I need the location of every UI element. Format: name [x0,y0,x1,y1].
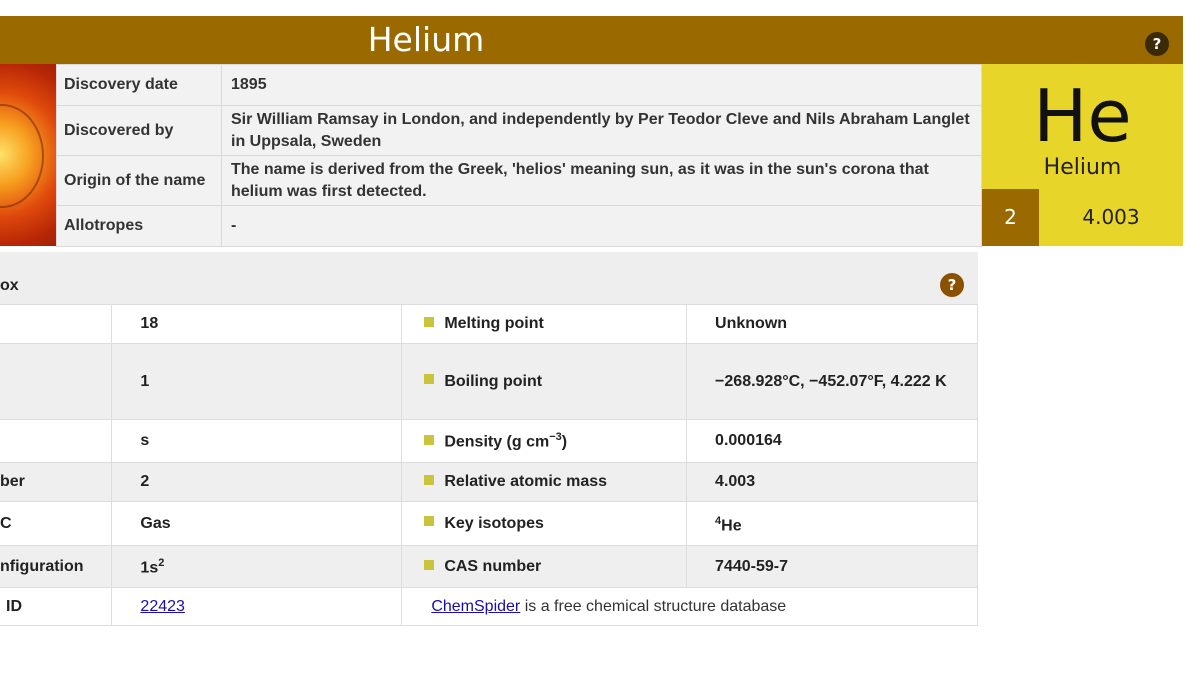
fact-box-header: ox ? [0,252,978,304]
chemspider-link[interactable]: ChemSpider [431,598,520,615]
group-label [0,304,113,344]
cas-number-label: CAS number [401,545,688,589]
density-label: Density (g cm−3) [401,419,688,463]
table-row: ber 2 Relative atomic mass 4.003 [0,462,978,502]
fact-box-title: ox [0,277,19,294]
bullet-icon [424,474,435,485]
chemspider-id-cell: 22423 [111,587,403,627]
state-label: C [0,500,113,547]
allotropes-value: - [221,205,982,247]
table-row: C Gas Key isotopes 4He [0,500,978,547]
element-tile: He Helium 2 4.003 [982,64,1183,246]
sun-image [0,64,56,246]
melting-point-label: Melting point [401,304,688,344]
discovered-by-value: Sir William Ramsay in London, and indepe… [221,105,982,156]
atomic-mass: 4.003 [1082,205,1140,229]
electron-configuration-value: 1s2 [111,545,403,589]
bullet-icon [424,316,435,327]
density-value: 0.000164 [686,419,978,463]
table-row: 1 Boiling point −268.928°C, −452.07°F, 4… [0,343,978,420]
key-isotopes-value: 4He [686,500,978,547]
bullet-icon [424,516,435,527]
chemspider-note-cell: ChemSpider is a free chemical structure … [401,587,978,627]
atomic-number-label: ber [0,462,113,502]
table-row: 18 Melting point Unknown [0,304,978,344]
discovery-date-label: Discovery date [56,64,222,106]
chemspider-note: is a free chemical structure database [520,597,787,615]
element-title-bar: Helium ? [0,16,1183,64]
period-value: 1 [111,343,403,420]
table-row: Discovery date 1895 [56,64,982,106]
cas-number-value: 7440-59-7 [686,545,978,589]
electron-configuration-label: nfiguration [0,545,113,589]
table-row: s Density (g cm−3) 0.000164 [0,419,978,463]
discovered-by-label: Discovered by [56,105,222,156]
boiling-point-value: −268.928°C, −452.07°F, 4.222 K [686,343,978,420]
element-title: Helium [367,20,485,59]
table-row: Discovered by Sir William Ramsay in Lond… [56,105,982,156]
table-row: ID 22423 ChemSpider is a free chemical s… [0,587,978,627]
state-value: Gas [111,500,403,547]
discovery-date-value: 1895 [221,64,982,106]
atomic-number-value: 2 [111,462,403,502]
help-icon[interactable]: ? [1145,32,1169,56]
table-row: Allotropes - [56,205,982,247]
block-label [0,419,113,463]
discovery-info-table: Discovery date 1895 Discovered by Sir Wi… [56,64,982,247]
bullet-icon [424,434,435,445]
chemspider-id-label: ID [0,587,113,627]
bullet-icon [424,374,435,385]
table-row: nfiguration 1s2 CAS number 7440-59-7 [0,545,978,589]
atomic-number: 2 [982,189,1039,246]
name-origin-value: The name is derived from the Greek, 'hel… [221,155,982,206]
boiling-point-label: Boiling point [401,343,688,420]
melting-point-value: Unknown [686,304,978,344]
fact-box-table: 18 Melting point Unknown 1 Boiling point… [0,304,978,627]
element-name: Helium [1043,155,1122,180]
period-label [0,343,113,420]
key-isotopes-label: Key isotopes [401,500,688,547]
help-icon[interactable]: ? [940,273,964,297]
table-row: Origin of the name The name is derived f… [56,155,982,206]
element-symbol: He [1033,74,1132,158]
block-value: s [111,419,403,463]
chemspider-id-link[interactable]: 22423 [140,598,185,615]
name-origin-label: Origin of the name [56,155,222,206]
relative-atomic-mass-label: Relative atomic mass [401,462,688,502]
allotropes-label: Allotropes [56,205,222,247]
bullet-icon [424,559,435,570]
relative-atomic-mass-value: 4.003 [686,462,978,502]
group-value: 18 [111,304,403,344]
